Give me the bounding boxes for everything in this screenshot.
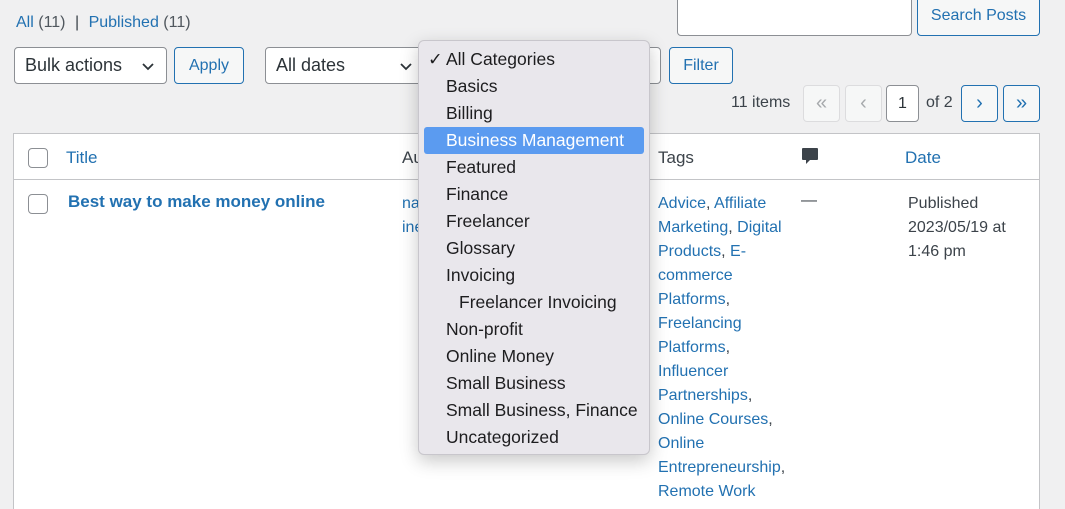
category-option[interactable]: Online Money	[419, 343, 649, 370]
search-input[interactable]	[677, 0, 912, 36]
column-date[interactable]: Date	[905, 148, 941, 168]
filter-all-count: (11)	[38, 14, 66, 31]
next-page-button[interactable]: ›	[961, 85, 998, 122]
comments-count: —	[801, 192, 817, 209]
category-option[interactable]: Freelancer	[419, 208, 649, 235]
category-option[interactable]: Finance	[419, 181, 649, 208]
column-tags: Tags	[658, 148, 694, 167]
date-status: Published	[908, 195, 979, 212]
total-pages-label: of 2	[926, 94, 953, 111]
bulk-actions-value: Bulk actions	[25, 55, 123, 75]
status-filter-links: All (11) | Published (11)	[16, 14, 191, 32]
category-option[interactable]: Small Business, Finance	[419, 397, 649, 424]
search-posts-button[interactable]: Search Posts	[917, 0, 1040, 36]
category-option-highlighted[interactable]: Business Management	[424, 127, 644, 154]
category-option[interactable]: Invoicing	[419, 262, 649, 289]
filter-published-link[interactable]: Published	[89, 14, 159, 31]
post-title-link[interactable]: Best way to make money online	[68, 192, 325, 212]
comment-bubble-icon	[801, 147, 819, 172]
chevron-down-icon	[400, 63, 412, 71]
category-dropdown-menu: ✓ All Categories Basics Billing Business…	[418, 40, 650, 455]
category-option[interactable]: Small Business	[419, 370, 649, 397]
post-date: Published 2023/05/19 at 1:46 pm	[908, 192, 1028, 264]
bulk-actions-select[interactable]: Bulk actions	[14, 47, 167, 84]
category-option[interactable]: Billing	[419, 100, 649, 127]
option-label: All Categories	[446, 49, 555, 69]
filter-all-link[interactable]: All	[16, 14, 34, 31]
category-option[interactable]: Non-profit	[419, 316, 649, 343]
last-page-button[interactable]: »	[1003, 85, 1040, 122]
prev-page-button: ‹	[845, 85, 882, 122]
category-option[interactable]: Featured	[419, 154, 649, 181]
filter-published-count: (11)	[163, 14, 191, 31]
time-value: 1:46 pm	[908, 243, 966, 260]
current-page-input[interactable]: 1	[886, 85, 919, 122]
date-value: 2023/05/19 at	[908, 219, 1006, 236]
items-count: 11 items	[731, 94, 791, 111]
filter-separator: |	[74, 14, 80, 31]
column-title[interactable]: Title	[66, 148, 98, 168]
select-all-checkbox[interactable]	[28, 148, 48, 168]
post-tags: Advice, Affiliate Marketing, Digital Pro…	[658, 195, 786, 500]
category-option-all[interactable]: ✓ All Categories	[419, 46, 649, 73]
filter-button[interactable]: Filter	[669, 47, 733, 84]
category-option[interactable]: Uncategorized	[419, 424, 649, 451]
row-checkbox[interactable]	[28, 194, 48, 214]
tag-link[interactable]: Remote Work	[658, 483, 756, 500]
tag-link[interactable]: Influencer Partnerships	[658, 363, 748, 404]
category-option[interactable]: Basics	[419, 73, 649, 100]
tag-link[interactable]: Advice	[658, 195, 706, 212]
apply-button[interactable]: Apply	[174, 47, 244, 84]
tag-link[interactable]: Freelancing Platforms	[658, 315, 742, 356]
first-page-button: «	[803, 85, 840, 122]
category-option[interactable]: Glossary	[419, 235, 649, 262]
category-option-child[interactable]: Freelancer Invoicing	[419, 289, 649, 316]
tag-link[interactable]: Online Courses	[658, 411, 768, 428]
date-filter-select[interactable]: All dates	[265, 47, 425, 84]
date-filter-value: All dates	[276, 55, 346, 75]
chevron-down-icon	[142, 63, 154, 71]
checkmark-icon: ✓	[428, 49, 443, 69]
tag-link[interactable]: Online Entrepreneurship	[658, 435, 781, 476]
